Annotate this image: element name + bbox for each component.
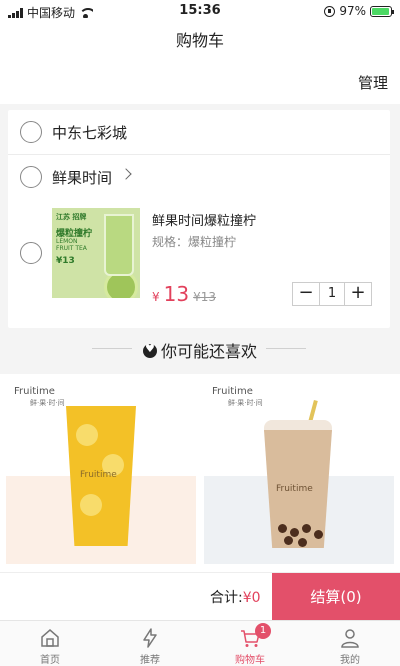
- image-subtitle: LEMON FRUIT TEA: [56, 238, 87, 252]
- item-radio[interactable]: [20, 242, 42, 264]
- recommend-title: 你可能还喜欢: [160, 342, 257, 361]
- image-price: ¥13: [56, 256, 75, 266]
- manage-button[interactable]: 管理: [358, 72, 388, 93]
- recommend-header: 你可能还喜欢: [0, 336, 400, 362]
- battery-percent: 97%: [339, 4, 366, 18]
- pearl: [290, 528, 299, 537]
- home-icon: [41, 629, 59, 647]
- store-name: 中东七彩城: [52, 124, 128, 142]
- total-wrap: 合计:¥0: [210, 587, 261, 607]
- product-title[interactable]: 鲜果时间爆粒撞柠: [152, 210, 256, 229]
- total-label: 合计:: [210, 590, 243, 606]
- lemon-slice: [80, 494, 102, 516]
- shop-name: 鲜果时间: [52, 169, 113, 187]
- recommend-list: Fruitime 鲜·果·时·间 Fruitime Fruitime 鲜·果·时…: [0, 374, 400, 572]
- shop-row[interactable]: 鲜果时间: [8, 155, 390, 199]
- checkout-bar: 合计:¥0 结算(0): [0, 572, 400, 621]
- pearl: [278, 524, 287, 533]
- tab-cart[interactable]: 1 购物车: [200, 621, 300, 666]
- product-image[interactable]: 江苏 招牌 爆粒撞柠 LEMON FRUIT TEA ¥13: [52, 208, 140, 298]
- total-value: ¥0: [242, 590, 261, 606]
- cup-logo: Fruitime: [80, 470, 117, 480]
- price-row: ¥ 13 ¥13: [152, 282, 216, 306]
- brand-subtitle: 鲜·果·时·间: [228, 399, 263, 407]
- drink-cup: [104, 214, 134, 276]
- status-bar: 中国移动 15:36 97%: [0, 0, 400, 22]
- quantity-value[interactable]: 1: [319, 283, 345, 305]
- battery-fill: [372, 7, 390, 15]
- pearl: [302, 524, 311, 533]
- recommend-card[interactable]: Fruitime 鲜·果·时·间 Fruitime: [6, 374, 196, 564]
- tab-label: 推荐: [140, 655, 160, 666]
- rotation-lock-icon: [324, 5, 336, 17]
- pearl: [298, 538, 307, 547]
- brand-name: Fruitime: [212, 386, 253, 397]
- header: 购物车: [0, 22, 400, 60]
- tab-label: 首页: [40, 655, 60, 666]
- price-value: 13: [163, 282, 190, 306]
- tab-profile[interactable]: 我的: [300, 621, 400, 666]
- manage-bar: 管理: [0, 60, 400, 104]
- store-row[interactable]: 中东七彩城: [8, 110, 390, 154]
- brand-subtitle: 鲜·果·时·间: [30, 399, 65, 407]
- price-symbol: ¥: [152, 290, 160, 304]
- tab-recommend[interactable]: 推荐: [100, 621, 200, 666]
- checkout-button[interactable]: 结算(0): [272, 573, 400, 621]
- image-tag: 江苏 招牌: [56, 213, 87, 221]
- old-price: ¥13: [193, 290, 216, 304]
- tab-label: 购物车: [235, 655, 265, 666]
- tab-label: 我的: [340, 655, 360, 666]
- tab-home[interactable]: 首页: [0, 621, 100, 666]
- recommend-card[interactable]: Fruitime 鲜·果·时·间 Fruitime: [204, 374, 394, 564]
- cup-logo: Fruitime: [276, 484, 313, 494]
- quantity-stepper: − 1 +: [292, 282, 372, 306]
- pearl: [314, 530, 323, 539]
- pearl: [284, 536, 293, 545]
- cart-card: 中东七彩城 鲜果时间 江苏 招牌 爆粒撞柠 LEMON FRUIT TEA ¥1…: [8, 110, 390, 328]
- store-radio[interactable]: [20, 121, 42, 143]
- recommend-title-wrap: 你可能还喜欢: [0, 338, 400, 362]
- brand-name: Fruitime: [14, 386, 55, 397]
- battery-icon: [370, 5, 394, 17]
- user-icon: [341, 629, 359, 648]
- lightning-icon: [143, 628, 157, 648]
- decrease-button[interactable]: −: [293, 283, 319, 305]
- product-spec: 规格：爆粒撞柠: [152, 235, 237, 249]
- lemon-slice: [76, 424, 98, 446]
- chevron-right-icon[interactable]: [120, 168, 132, 180]
- increase-button[interactable]: +: [345, 283, 371, 305]
- status-right: 97%: [324, 4, 394, 18]
- tab-bar: 首页 推荐 1 购物车 我的: [0, 620, 400, 666]
- page-title: 购物车: [175, 31, 224, 50]
- shop-radio[interactable]: [20, 166, 42, 188]
- cart-badge: 1: [255, 623, 271, 639]
- heart-icon: [142, 342, 157, 358]
